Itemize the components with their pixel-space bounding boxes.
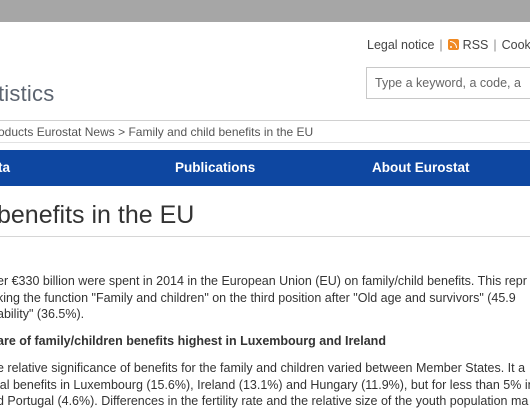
paragraph-line: ial benefits in Luxembourg (15.6%), Irel…: [0, 377, 530, 392]
main-nav: ta Publications About Eurostat: [0, 150, 530, 186]
nav-item-publications[interactable]: Publications: [175, 150, 255, 186]
breadcrumb: oducts Eurostat News > Family and child …: [0, 125, 313, 139]
link-separator: |: [493, 38, 497, 52]
utility-links: Legal notice | RSS | Cookie: [367, 38, 530, 52]
header-divider: [0, 120, 530, 121]
cookies-link[interactable]: Cookie: [502, 38, 530, 52]
breadcrumb-divider: [0, 142, 530, 143]
title-divider: [0, 236, 530, 237]
breadcrumb-item-eurostat-news[interactable]: Eurostat News: [37, 125, 115, 139]
breadcrumb-separator: >: [118, 125, 126, 139]
paragraph-line: ability" (36.5%).: [0, 307, 85, 321]
site-name[interactable]: tistics: [0, 81, 54, 107]
link-separator: |: [439, 38, 443, 52]
nav-item-about-eurostat[interactable]: About Eurostat: [372, 150, 470, 186]
paragraph-line: er €330 billion were spent in 2014 in th…: [0, 274, 527, 288]
rss-icon[interactable]: [447, 39, 459, 50]
article-paragraph: e relative significance of benefits for …: [0, 360, 530, 410]
breadcrumb-item-products[interactable]: oducts: [0, 125, 33, 139]
article-subheading: are of family/children benefits highest …: [0, 334, 386, 348]
rss-link[interactable]: RSS: [463, 38, 489, 52]
breadcrumb-current: Family and child benefits in the EU: [128, 125, 314, 139]
paragraph-line: d Portugal (4.6%). Differences in the fe…: [0, 394, 529, 408]
search-input[interactable]: [366, 67, 530, 99]
browser-top-strip: [0, 0, 530, 22]
paragraph-line: king the function "Family and children" …: [0, 290, 516, 305]
page-title: benefits in the EU: [0, 201, 195, 229]
article-paragraph: er €330 billion were spent in 2014 in th…: [0, 273, 527, 323]
nav-item-data[interactable]: ta: [0, 150, 10, 186]
legal-notice-link[interactable]: Legal notice: [367, 38, 434, 52]
paragraph-line: e relative significance of benefits for …: [0, 361, 526, 375]
